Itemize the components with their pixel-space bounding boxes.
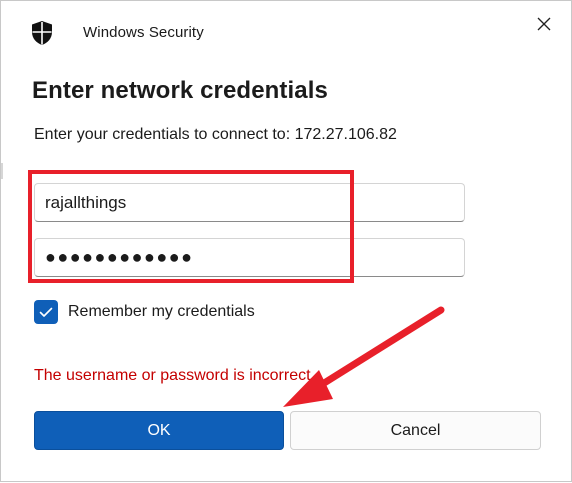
remember-credentials-checkbox[interactable] [34,300,58,324]
close-icon [537,17,551,31]
checkmark-icon [39,307,53,317]
password-masked-value: ●●●●●●●●●●●● [45,247,194,267]
username-field[interactable]: rajallthings [34,183,465,222]
remember-credentials-label[interactable]: Remember my credentials [68,303,255,321]
username-value: rajallthings [45,192,127,212]
background-window-edge [1,163,3,179]
ok-button-label: OK [147,421,171,439]
dialog-heading: Enter network credentials [32,77,328,104]
close-button[interactable] [527,9,561,39]
shield-icon [32,21,52,45]
cancel-button-label: Cancel [390,421,441,439]
credentials-dialog: Windows Security Enter network credentia… [0,0,572,482]
password-field[interactable]: ●●●●●●●●●●●● [34,238,465,277]
ok-button[interactable]: OK [34,411,284,450]
error-message: The username or password is incorrect. [34,367,315,384]
cancel-button[interactable]: Cancel [290,411,541,450]
window-title: Windows Security [83,24,204,41]
connect-target-text: Enter your credentials to connect to: 17… [34,126,397,143]
